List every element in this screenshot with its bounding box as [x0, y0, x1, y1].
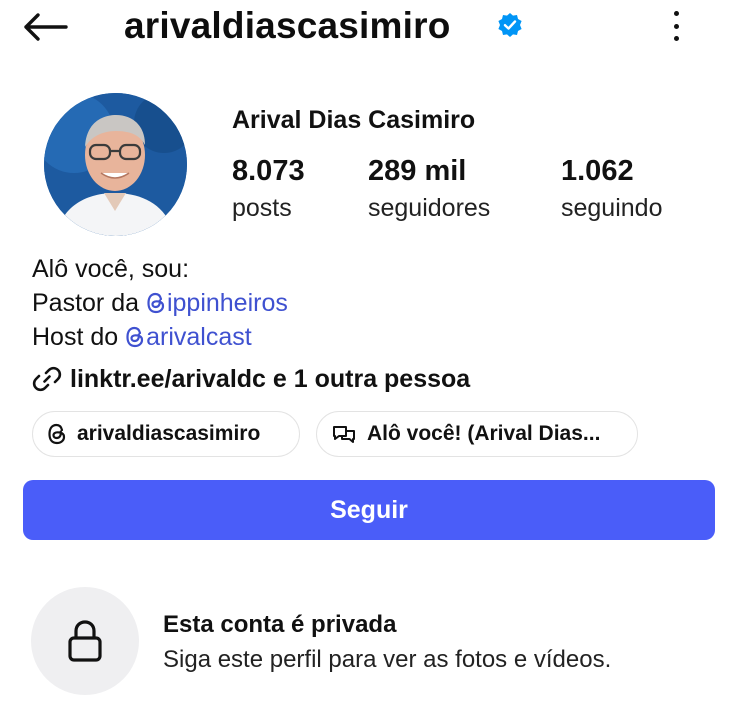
stat-value: 1.062 [561, 155, 634, 187]
back-button[interactable] [22, 10, 70, 44]
broadcast-channel-chip[interactable]: Alô você! (Arival Dias... [316, 411, 638, 457]
stat-value: 8.073 [232, 155, 305, 187]
bio-text: Pastor da [32, 289, 146, 317]
stat-label: seguindo [561, 194, 663, 222]
verified-badge-icon [498, 13, 522, 37]
threads-icon [126, 326, 144, 348]
more-options-button[interactable] [664, 8, 688, 44]
profile-bio: Alô você, sou: Pastor da ippinheiros Hos… [32, 252, 288, 354]
lock-icon [68, 620, 102, 662]
private-account-title: Esta conta é privada [163, 611, 397, 638]
more-vertical-icon [673, 11, 679, 16]
chip-label: arivaldiascasimiro [77, 422, 261, 445]
bio-line: Pastor da ippinheiros [32, 286, 288, 320]
more-vertical-dot [673, 23, 679, 29]
bio-text: Host do [32, 323, 126, 351]
chat-bubbles-icon [333, 426, 355, 443]
bio-line: Alô você, sou: [32, 255, 190, 283]
stat-followers[interactable]: 289 mil seguidores [368, 152, 490, 226]
chip-label: Alô você! (Arival Dias... [367, 422, 601, 445]
link-text: linktr.ee/arivaldc e 1 outra pessoa [70, 364, 471, 393]
threads-icon [147, 292, 165, 314]
external-links[interactable]: linktr.ee/arivaldc e 1 outra pessoa [32, 364, 470, 394]
top-bar: arivaldiascasimiro [0, 0, 738, 56]
profile-full-name: Arival Dias Casimiro [232, 106, 476, 134]
threads-profile-chip[interactable]: arivaldiascasimiro [32, 411, 300, 457]
mention-text: ippinheiros [166, 289, 288, 317]
bio-line: Host do arivalcast [32, 320, 288, 354]
stat-following[interactable]: 1.062 seguindo [561, 152, 662, 226]
private-account-subtitle: Siga este perfil para ver as fotos e víd… [163, 646, 612, 673]
link-icon [32, 366, 62, 392]
mention-text: arivalcast [146, 323, 252, 351]
profile-username: arivaldiascasimiro [124, 5, 451, 46]
mention-link-ippinheiros[interactable]: ippinheiros [146, 289, 288, 317]
stat-label: seguidores [368, 194, 491, 222]
more-vertical-dot [673, 36, 679, 41]
avatar[interactable] [44, 93, 187, 236]
stat-value: 289 mil [368, 155, 467, 187]
threads-icon [48, 423, 66, 445]
stat-posts: 8.073 posts [232, 152, 305, 226]
profile-photo [44, 93, 187, 236]
follow-button[interactable]: Seguir [23, 480, 715, 540]
private-lock-badge [31, 587, 139, 695]
arrow-left-icon [24, 13, 68, 41]
stat-label: posts [232, 194, 292, 222]
mention-link-arivalcast[interactable]: arivalcast [125, 323, 252, 351]
